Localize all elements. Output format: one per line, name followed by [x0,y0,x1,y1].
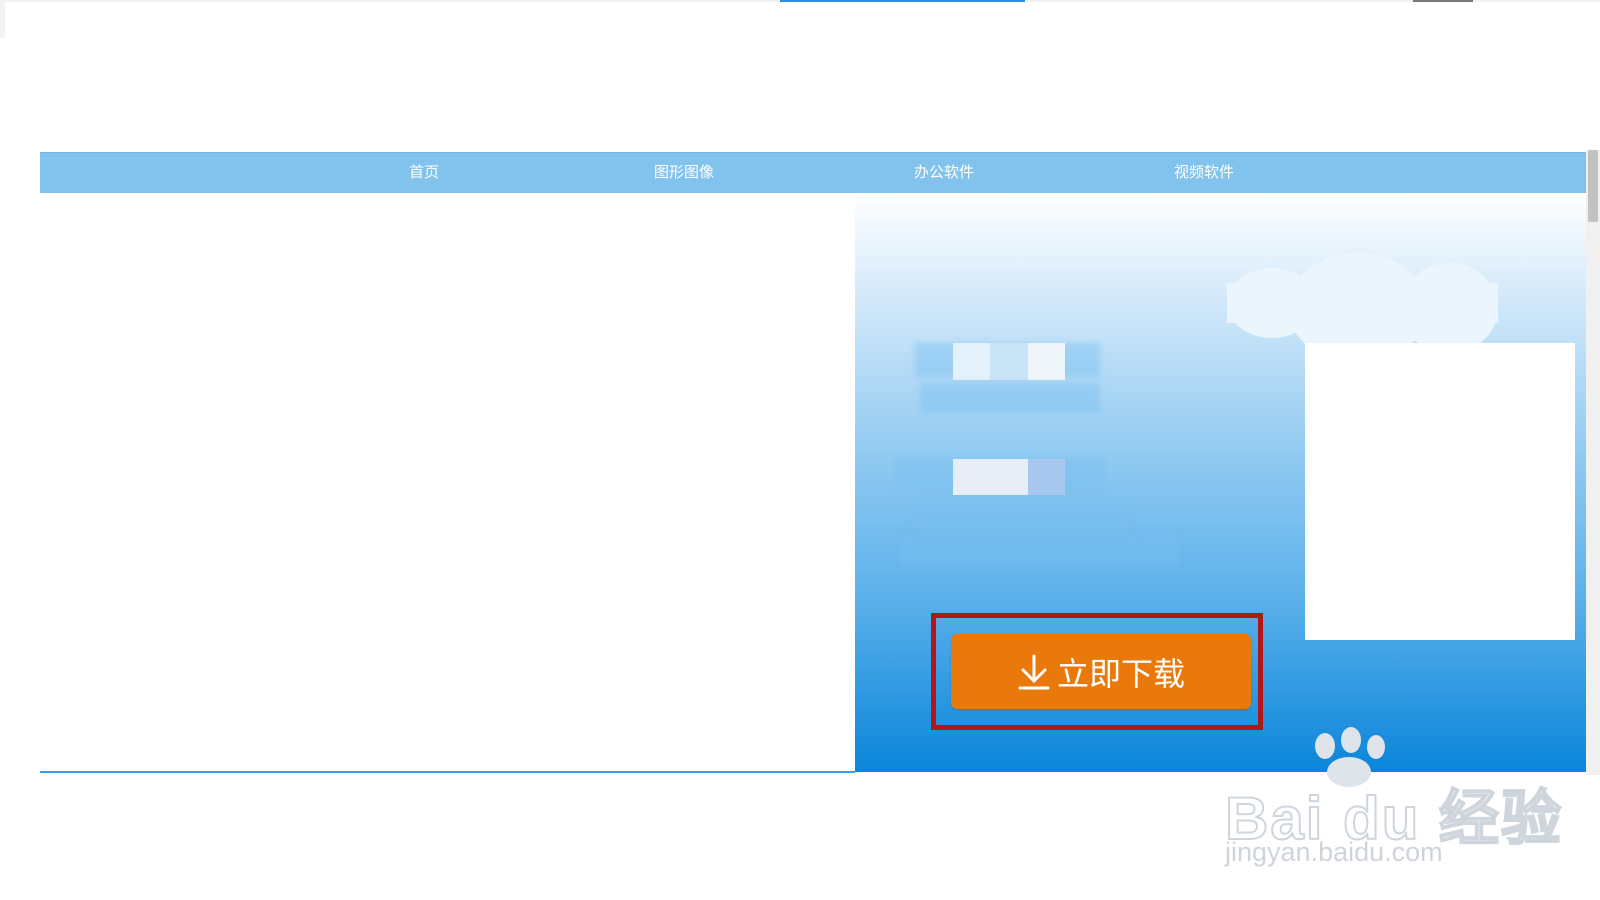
nav-item-graphics[interactable]: 图形图像 [654,153,714,193]
blurred-text [900,535,1180,565]
nav-item-home[interactable]: 首页 [409,153,439,193]
nav-item-video[interactable]: 视频软件 [1174,153,1234,193]
content-area [40,193,855,773]
scrollbar-track[interactable] [1586,150,1600,775]
blurred-pixel [953,459,1028,495]
download-arrow-icon [1018,654,1050,689]
blurred-pixel [990,343,1028,380]
main-nav: 首页 图形图像 办公软件 视频软件 [40,152,1586,193]
blurred-pixel [1028,343,1065,380]
download-button[interactable]: 立即下载 [951,634,1251,709]
watermark-brand: Bai du 经验 [1224,784,1564,853]
blurred-text [915,501,1130,531]
left-edge [0,0,5,38]
top-edge-accent [780,0,1025,2]
blurred-text [920,383,1100,413]
nav-item-office[interactable]: 办公软件 [914,153,974,193]
cloud-shape-right [1400,263,1498,353]
scrollbar-thumb[interactable] [1588,150,1598,222]
preview-panel [1305,343,1575,640]
download-button-label: 立即下载 [1056,655,1185,692]
blurred-pixel [953,343,990,380]
blurred-pixel [1028,459,1065,495]
top-edge-dark [1413,0,1473,2]
download-banner: 立即下载 [855,193,1586,772]
watermark-url: jingyan.baidu.com [1225,837,1443,867]
